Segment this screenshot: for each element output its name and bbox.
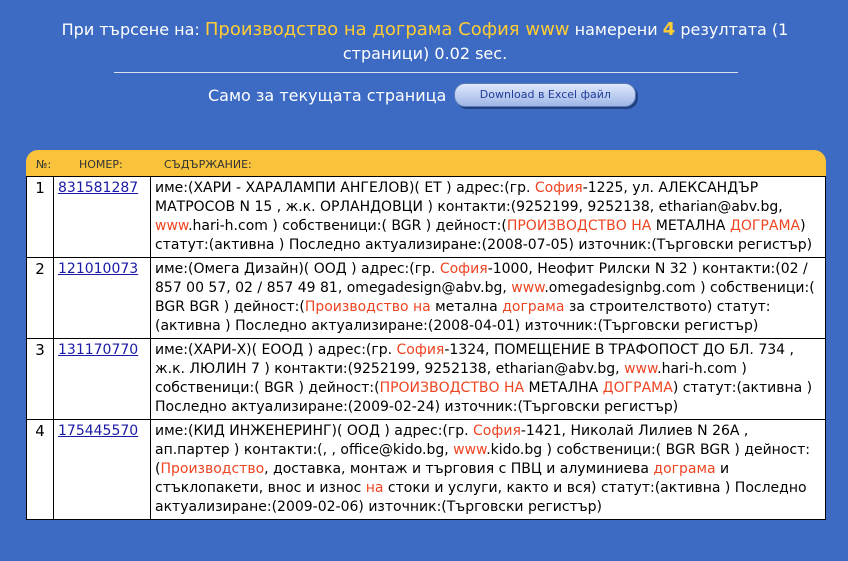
row-content: име:(Омега Дизайн)( ООД ) адрес:(гр. Соф… [150, 257, 826, 339]
result-count: 4 [662, 19, 676, 40]
results-table: 1 831581287 име:(ХАРИ - ХАРАЛАМПИ АНГЕЛОВ)… [26, 176, 826, 520]
row-id-cell: 831581287 [53, 176, 151, 258]
content-text: метална [430, 299, 503, 315]
table-row: 2 121010073 име:(Омега Дизайн)( ООД ) адре… [26, 257, 826, 339]
search-term-highlight: www [511, 280, 545, 296]
results-table-header: №: НОМЕР: СЪДЪРЖАНИЕ: [26, 150, 826, 176]
search-term-highlight: София [534, 180, 583, 196]
content-text: име:(ХАРИ-Х)( ЕООД ) адрес:(гр. [155, 342, 397, 358]
search-term-highlight: ДОГРАМА [729, 218, 801, 234]
table-row: 3 131170770 име:(ХАРИ-Х)( ЕООД ) адрес:(гр… [26, 338, 826, 420]
content-text: , доставка, монтаж и търговия с ПВЦ и ал… [264, 461, 654, 477]
search-term-highlight: ПРОИЗВОДСТВО НА [506, 218, 652, 234]
search-term-highlight: Производство на [304, 299, 431, 315]
content-text: име:(ХАРИ - ХАРАЛАМПИ АНГЕЛОВ)( ЕТ ) адр… [155, 180, 535, 196]
row-number: 4 [26, 419, 54, 520]
column-header-number: №: [36, 158, 52, 171]
row-content: име:(КИД ИНЖЕНЕРИНГ)( ООД ) адрес:(гр. С… [150, 419, 826, 520]
column-header-id: НОМЕР: [79, 158, 123, 171]
search-term-highlight: София [439, 261, 488, 277]
excel-export-label: Само за текущата страница [208, 85, 447, 105]
content-text: .hari-h.com ) собственици:( BGR ) дейнос… [188, 218, 507, 234]
column-header-content: СЪДЪРЖАНИЕ: [164, 158, 252, 171]
row-id-cell: 121010073 [53, 257, 151, 339]
content-text: МЕТАЛНА [524, 380, 603, 396]
search-term-highlight: дограма [653, 461, 716, 477]
row-id-cell: 175445570 [53, 419, 151, 520]
row-number: 2 [26, 257, 54, 339]
company-id-link[interactable]: 131170770 [58, 342, 138, 358]
search-term-highlight: www [624, 361, 658, 377]
download-excel-button[interactable]: Download в Excel файл [454, 83, 637, 107]
search-term-highlight: София [396, 342, 445, 358]
company-id-link[interactable]: 175445570 [58, 423, 138, 439]
search-term-highlight: София [473, 423, 521, 439]
search-term-highlight: ДОГРАМА [602, 380, 673, 396]
search-prefix: При търсене на: [61, 20, 200, 39]
found-label: намерени [574, 20, 658, 39]
search-summary: При търсене на: Производство на дограма … [30, 18, 820, 66]
row-number: 3 [26, 338, 54, 420]
row-content: име:(ХАРИ-Х)( ЕООД ) адрес:(гр. София-13… [150, 338, 826, 420]
search-query: Производство на дограма София www [204, 19, 570, 40]
search-term-highlight: на [365, 480, 384, 496]
content-text: име:(КИД ИНЖЕНЕРИНГ)( ООД ) адрес:(гр. [155, 423, 474, 439]
company-id-link[interactable]: 121010073 [58, 261, 138, 277]
excel-export-row: Само за текущата страница Download в Exc… [208, 83, 637, 107]
content-text: МЕТАЛНА [651, 218, 730, 234]
company-id-link[interactable]: 831581287 [58, 180, 138, 196]
search-term-highlight: ПРОИЗВОДСТВО НА [379, 380, 525, 396]
table-row: 1 831581287 име:(ХАРИ - ХАРАЛАМПИ АНГЕЛОВ)… [26, 176, 826, 258]
row-number: 1 [26, 176, 54, 258]
row-id-cell: 131170770 [53, 338, 151, 420]
table-row: 4 175445570 име:(КИД ИНЖЕНЕРИНГ)( ООД ) ад… [26, 419, 826, 520]
search-term-highlight: дограма [502, 299, 565, 315]
divider [114, 72, 738, 73]
search-term-highlight: Производство [160, 461, 265, 477]
content-text: име:(Омега Дизайн)( ООД ) адрес:(гр. [155, 261, 440, 277]
search-term-highlight: www [155, 218, 189, 234]
row-content: име:(ХАРИ - ХАРАЛАМПИ АНГЕЛОВ)( ЕТ ) адр… [150, 176, 826, 258]
search-term-highlight: www [453, 442, 487, 458]
